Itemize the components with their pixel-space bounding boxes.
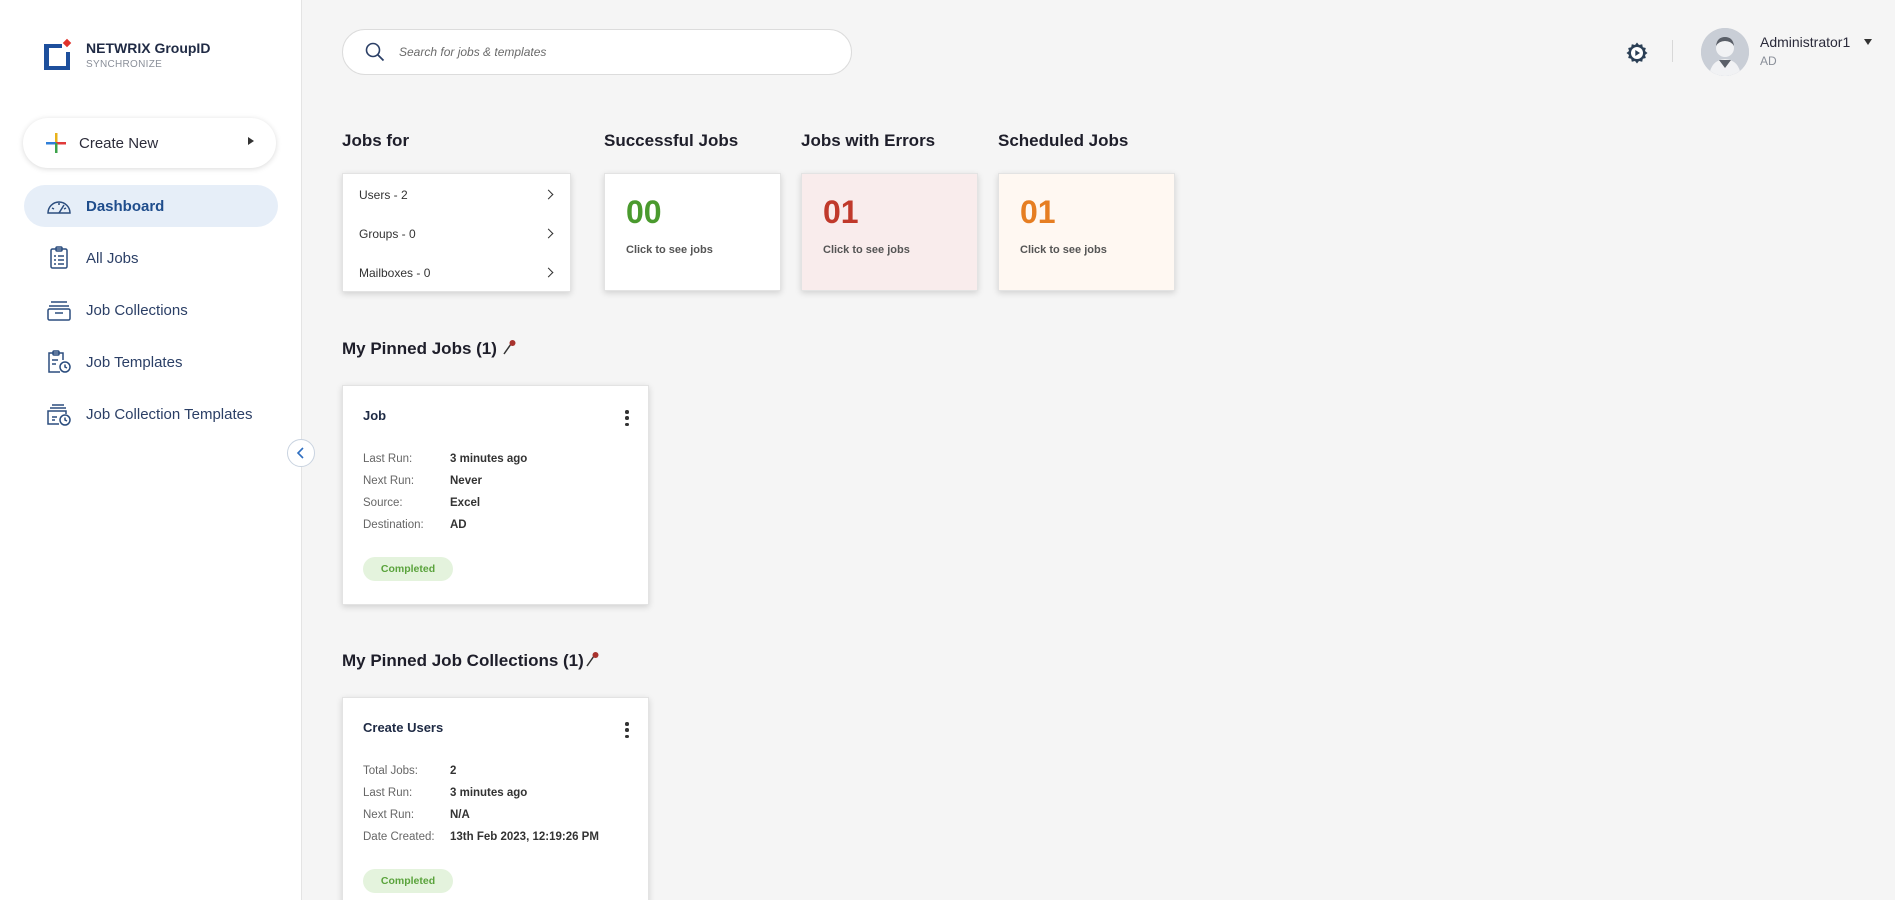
pinned-collections-heading: My Pinned Job Collections (1) [342,651,584,670]
collection-field-total-jobs: Total Jobs: 2 [363,765,456,777]
sidebar-item-job-collections[interactable]: Job Collections [24,289,278,331]
sidebar-item-label: Job Collections [86,301,188,319]
jobs-with-errors-count: 01 [823,194,859,230]
scheduled-jobs-card[interactable]: 01 Click to see jobs [998,173,1175,291]
pinned-job-card[interactable]: Job Last Run: 3 minutes ago Next Run: Neve… [342,385,649,605]
field-key: Date Created: [363,831,435,843]
jobs-with-errors-card[interactable]: 01 Click to see jobs [801,173,978,291]
scheduled-jobs-hint: Click to see jobs [1020,244,1107,256]
printer-clock-icon [46,401,72,427]
field-value: 3 minutes ago [450,453,528,465]
successful-jobs-heading: Successful Jobs [604,131,739,150]
jobs-with-errors-heading: Jobs with Errors [801,131,936,150]
pin-icon [586,652,599,667]
search-bar[interactable] [342,29,852,75]
jobs-for-users-row[interactable]: Users - 2 [343,175,570,214]
successful-jobs-hint: Click to see jobs [626,244,713,256]
chevron-right-icon [543,189,554,200]
field-value: Never [450,475,482,487]
gear-play-icon [1626,42,1648,64]
avatar[interactable] [1701,28,1749,76]
user-domain: AD [1760,54,1777,68]
sidebar-item-dashboard[interactable]: Dashboard [24,185,278,227]
scheduled-jobs-heading: Scheduled Jobs [998,131,1129,150]
successful-jobs-card[interactable]: 00 Click to see jobs [604,173,781,291]
jobs-for-heading: Jobs for [342,131,410,150]
job-field-next-run: Next Run: Never [363,475,482,487]
job-field-destination: Destination: AD [363,519,467,531]
job-field-last-run: Last Run: 3 minutes ago [363,453,527,465]
job-card-title: Job [363,408,387,423]
sidebar: NETWRIX GroupID SYNCHRONIZE Create New D… [0,0,302,900]
jobs-for-groups-label: Groups - 0 [359,226,416,241]
clipboard-list-icon [46,245,72,271]
pin-icon [503,340,516,355]
sidebar-item-job-collection-templates[interactable]: Job Collection Templates [24,393,278,435]
sidebar-item-label: All Jobs [86,249,139,267]
collection-field-date-created: Date Created: 13th Feb 2023, 12:19:26 PM [363,831,599,843]
jobs-for-users-label: Users - 2 [359,187,408,202]
field-key: Source: [363,497,403,509]
jobs-with-errors-hint: Click to see jobs [823,244,910,256]
user-name[interactable]: Administrator1 [1760,34,1850,50]
header-divider [1672,40,1673,62]
settings-button[interactable] [1625,41,1649,65]
folder-stack-icon [46,297,72,323]
speedometer-icon [46,193,72,219]
more-vertical-icon[interactable] [624,722,630,738]
collection-field-next-run: Next Run: N/A [363,809,470,821]
field-value: 2 [450,765,457,777]
clipboard-clock-icon [46,349,72,375]
collection-field-last-run: Last Run: 3 minutes ago [363,787,527,799]
field-key: Total Jobs: [363,765,418,777]
collection-card-title: Create Users [363,720,444,735]
user-menu-caret-icon[interactable] [1864,39,1872,45]
chevron-left-icon [296,447,304,459]
chevron-right-icon [543,267,554,278]
field-key: Next Run: [363,475,415,487]
caret-right-icon [248,137,254,145]
status-badge: Completed [363,869,453,893]
jobs-for-mailboxes-label: Mailboxes - 0 [359,265,431,280]
successful-jobs-count: 00 [626,194,662,230]
more-vertical-icon[interactable] [624,410,630,426]
jobs-for-mailboxes-row[interactable]: Mailboxes - 0 [343,253,570,292]
field-value: N/A [450,809,470,821]
field-key: Next Run: [363,809,415,821]
sidebar-item-label: Dashboard [86,197,165,215]
field-key: Last Run: [363,787,413,799]
sidebar-item-all-jobs[interactable]: All Jobs [24,237,278,279]
plus-icon [46,133,66,153]
collapse-sidebar-button[interactable] [287,439,315,467]
search-icon [365,42,385,62]
brand: NETWRIX GroupID SYNCHRONIZE [42,38,210,72]
field-key: Last Run: [363,453,413,465]
sidebar-item-job-templates[interactable]: Job Templates [24,341,278,383]
user-avatar-icon [1701,28,1749,76]
chevron-right-icon [543,228,554,239]
search-input[interactable] [399,45,799,59]
jobs-for-card: Users - 2 Groups - 0 Mailboxes - 0 [342,173,571,292]
sidebar-item-label: Job Templates [86,353,183,371]
job-field-source: Source: Excel [363,497,480,509]
field-value: AD [450,519,467,531]
scheduled-jobs-count: 01 [1020,194,1056,230]
create-new-label: Create New [79,134,159,152]
brand-subtitle: SYNCHRONIZE [86,59,163,70]
netwrix-logo-icon [42,38,72,72]
field-key: Destination: [363,519,424,531]
status-badge: Completed [363,557,453,581]
jobs-for-groups-row[interactable]: Groups - 0 [343,214,570,253]
sidebar-item-label: Job Collection Templates [86,405,253,423]
field-value: 13th Feb 2023, 12:19:26 PM [450,831,599,843]
field-value: 3 minutes ago [450,787,528,799]
create-new-button[interactable]: Create New [23,118,276,168]
brand-name: NETWRIX GroupID [86,40,211,56]
pinned-jobs-heading: My Pinned Jobs (1) [342,339,497,358]
field-value: Excel [450,497,481,509]
sidebar-nav: Dashboard All Jobs Job Collections Job T… [24,185,278,445]
pinned-collection-card[interactable]: Create Users Total Jobs: 2 Last Run: 3 min… [342,697,649,900]
